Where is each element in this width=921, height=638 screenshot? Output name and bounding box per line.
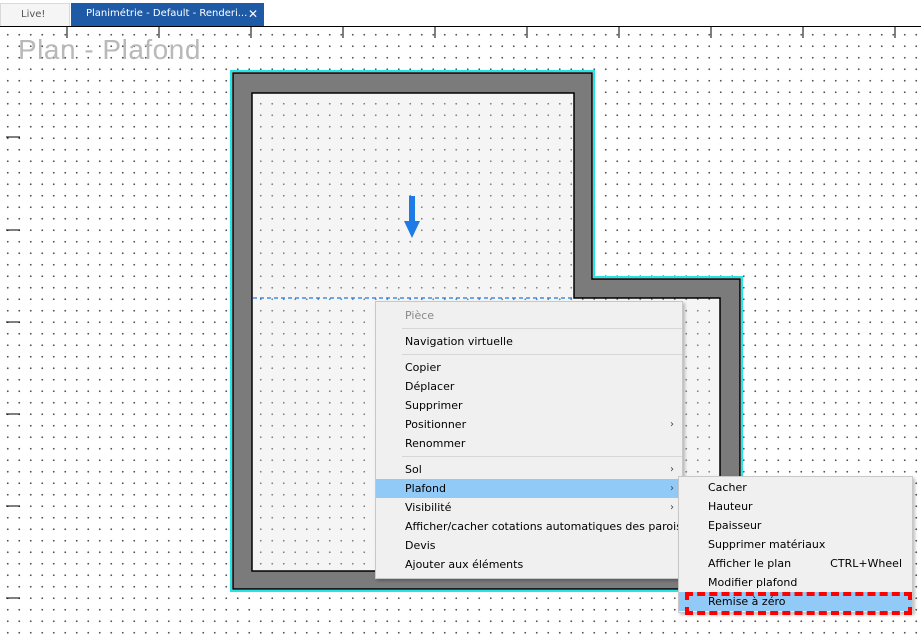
chevron-right-icon: › bbox=[670, 419, 674, 430]
menu-item-cotations[interactable]: Afficher/cacher cotations automatiques d… bbox=[376, 517, 682, 536]
menu-item-positionner[interactable]: Positionner › bbox=[376, 415, 682, 434]
menu-item-deplacer[interactable]: Déplacer bbox=[376, 377, 682, 396]
chevron-right-icon: › bbox=[670, 464, 674, 475]
menu-item-plafond[interactable]: Plafond › bbox=[376, 479, 682, 498]
submenu-item-cacher[interactable]: Cacher bbox=[679, 478, 912, 497]
submenu-item-modifier-plafond[interactable]: Modifier plafond bbox=[679, 573, 912, 592]
menu-item-ajouter-aux-elements[interactable]: Ajouter aux éléments bbox=[376, 555, 682, 574]
annotation-highlight bbox=[685, 592, 912, 615]
shortcut-label: CTRL+Wheel bbox=[830, 557, 902, 570]
submenu-item-epaisseur[interactable]: Epaisseur bbox=[679, 516, 912, 535]
menu-item-navigation-virtuelle[interactable]: Navigation virtuelle bbox=[376, 332, 682, 351]
menu-separator bbox=[402, 328, 682, 329]
menu-item-devis[interactable]: Devis bbox=[376, 536, 682, 555]
menu-item-renommer[interactable]: Renommer bbox=[376, 434, 682, 453]
menu-item-positionner-label: Positionner bbox=[405, 418, 467, 431]
submenu-item-afficher-le-plan-label: Afficher le plan bbox=[708, 557, 792, 570]
menu-item-supprimer[interactable]: Supprimer bbox=[376, 396, 682, 415]
menu-item-visibilite[interactable]: Visibilité › bbox=[376, 498, 682, 517]
submenu-item-hauteur[interactable]: Hauteur bbox=[679, 497, 912, 516]
chevron-right-icon: › bbox=[670, 483, 674, 494]
submenu-item-afficher-le-plan[interactable]: Afficher le plan CTRL+Wheel bbox=[679, 554, 912, 573]
menu-item-plafond-label: Plafond bbox=[405, 482, 446, 495]
menu-item-sol[interactable]: Sol › bbox=[376, 460, 682, 479]
menu-header-piece: Pièce bbox=[405, 309, 435, 322]
submenu-item-supprimer-materiaux[interactable]: Supprimer matériaux bbox=[679, 535, 912, 554]
menu-item-visibilite-label: Visibilité bbox=[405, 501, 452, 514]
menu-item-sol-label: Sol bbox=[405, 463, 422, 476]
menu-separator bbox=[402, 456, 682, 457]
context-menu: Pièce Navigation virtuelle Copier Déplac… bbox=[375, 301, 683, 579]
menu-item-copier[interactable]: Copier bbox=[376, 358, 682, 377]
menu-separator bbox=[402, 354, 682, 355]
chevron-right-icon: › bbox=[670, 502, 674, 513]
